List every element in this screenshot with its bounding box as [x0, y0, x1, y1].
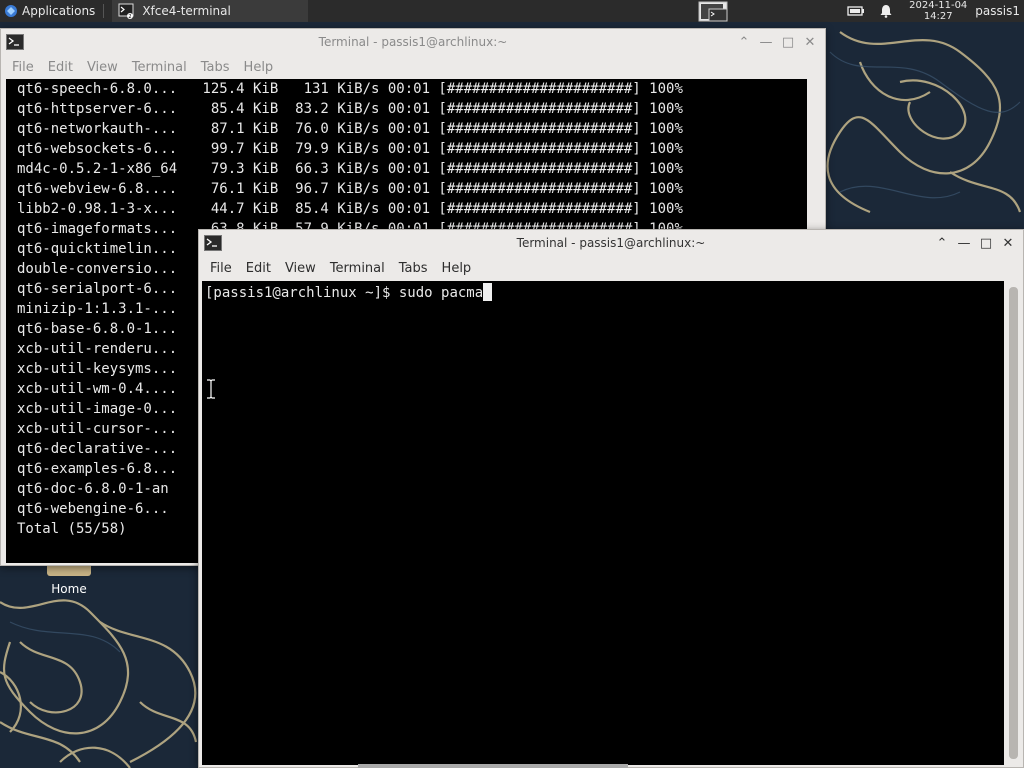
terminal-icon	[204, 235, 222, 251]
panel-clock[interactable]: 2024-11-04 14:27	[909, 0, 967, 22]
keep-above-button[interactable]: ⌃	[931, 233, 953, 253]
terminal-scrollbar[interactable]	[1004, 281, 1023, 765]
menubar: File Edit View Terminal Tabs Help	[199, 256, 1023, 280]
taskbar-item-xfce4-terminal[interactable]: 2 Xfce4-terminal	[112, 0, 309, 22]
menu-file[interactable]: File	[5, 60, 41, 75]
command-input[interactable]: sudo pacma	[399, 285, 483, 301]
shell-prompt: [passis1@archlinux ~]$	[205, 285, 399, 301]
maximize-button[interactable]: □	[975, 233, 997, 253]
clock-time: 14:27	[923, 11, 953, 22]
window-title: Terminal - passis1@archlinux:~	[516, 236, 706, 250]
close-button[interactable]: ✕	[799, 32, 821, 52]
home-icon-label: Home	[51, 582, 87, 596]
taskbar-item-label: Xfce4-terminal	[142, 4, 231, 18]
terminal-icon: 2	[118, 3, 134, 19]
terminal-output[interactable]: [passis1@archlinux ~]$ sudo pacma	[202, 281, 1004, 765]
window-title: Terminal - passis1@archlinux:~	[318, 35, 508, 49]
menu-edit[interactable]: Edit	[41, 60, 80, 75]
clock-date: 2024-11-04	[909, 0, 968, 11]
menu-help[interactable]: Help	[237, 60, 281, 75]
terminal-line: qt6-speech-6.8.0... 125.4 KiB 131 KiB/s …	[17, 81, 683, 97]
notification-bell-icon[interactable]	[877, 2, 895, 20]
window-titlebar[interactable]: Terminal - passis1@archlinux:~ ⌃ — □ ✕	[1, 29, 825, 55]
menu-view[interactable]: View	[278, 261, 323, 276]
menu-terminal[interactable]: Terminal	[125, 60, 194, 75]
workspace-switcher[interactable]	[695, 0, 731, 22]
workspace-window-icon	[698, 1, 728, 22]
minimize-button[interactable]: —	[953, 233, 975, 253]
terminal-icon	[6, 34, 24, 50]
text-cursor	[483, 283, 493, 301]
minimize-button[interactable]: —	[755, 32, 777, 52]
battery-icon[interactable]	[847, 2, 865, 20]
menu-file[interactable]: File	[203, 261, 239, 276]
xfce-logo-icon	[5, 5, 17, 17]
mouse-ibeam-cursor-icon	[207, 379, 215, 399]
menu-terminal[interactable]: Terminal	[323, 261, 392, 276]
maximize-button[interactable]: □	[777, 32, 799, 52]
scrollbar-thumb[interactable]	[1009, 287, 1018, 759]
terminal-line: qt6-webview-6.8.... 76.1 KiB 96.7 KiB/s …	[17, 181, 683, 197]
terminal-line: qt6-networkauth-... 87.1 KiB 76.0 KiB/s …	[17, 121, 683, 137]
terminal-line: qt6-websockets-6... 99.7 KiB 79.9 KiB/s …	[17, 141, 683, 157]
menubar: File Edit View Terminal Tabs Help	[1, 55, 825, 79]
terminal-window-front[interactable]: Terminal - passis1@archlinux:~ ⌃ — □ ✕ F…	[198, 229, 1024, 768]
close-button[interactable]: ✕	[997, 233, 1019, 253]
bottom-scroll-indicator	[358, 764, 628, 768]
panel-separator	[103, 4, 105, 18]
panel-tray: 2024-11-04 14:27 passis1	[841, 0, 1024, 22]
menu-tabs[interactable]: Tabs	[194, 60, 237, 75]
terminal-line: md4c-0.5.2-1-x86_64 79.3 KiB 66.3 KiB/s …	[17, 161, 683, 177]
menu-help[interactable]: Help	[435, 261, 479, 276]
applications-menu-button[interactable]: Applications	[0, 0, 99, 22]
window-controls: ⌃ — □ ✕	[931, 230, 1019, 256]
menu-edit[interactable]: Edit	[239, 261, 278, 276]
user-menu[interactable]: passis1	[975, 4, 1020, 18]
terminal-line: libb2-0.98.1-3-x... 44.7 KiB 85.4 KiB/s …	[17, 201, 683, 217]
menu-tabs[interactable]: Tabs	[392, 261, 435, 276]
menu-view[interactable]: View	[80, 60, 125, 75]
keep-above-button[interactable]: ⌃	[733, 32, 755, 52]
applications-label: Applications	[22, 4, 96, 18]
taskbar-badge: 2	[129, 14, 132, 19]
terminal-line: qt6-httpserver-6... 85.4 KiB 83.2 KiB/s …	[17, 101, 683, 117]
top-panel: Applications 2 Xfce4-terminal 2024-11-04…	[0, 0, 1024, 22]
window-titlebar[interactable]: Terminal - passis1@archlinux:~ ⌃ — □ ✕	[199, 230, 1023, 256]
window-controls: ⌃ — □ ✕	[733, 29, 821, 55]
